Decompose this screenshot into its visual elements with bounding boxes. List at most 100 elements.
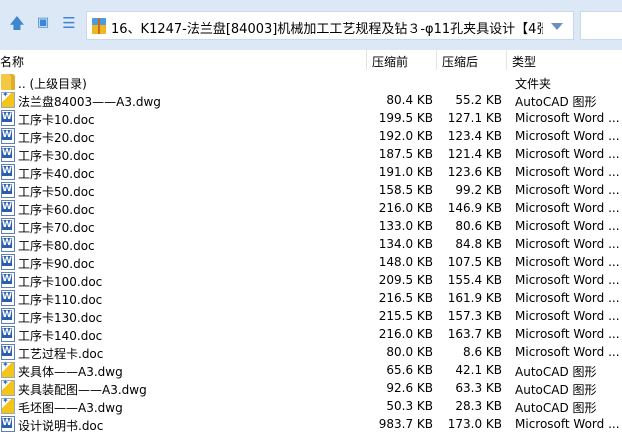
dropdown-arrow-icon[interactable] — [551, 23, 563, 30]
size-after: 161.9 KB — [447, 291, 502, 305]
word-document-icon — [1, 200, 15, 216]
file-row[interactable]: 毛坯图——A3.dwg 50.3 KB 28.3 KB AutoCAD 图形 — [0, 396, 622, 415]
file-name: 工序卡60.doc — [18, 203, 95, 217]
archive-icon — [92, 18, 106, 34]
column-divider[interactable] — [366, 50, 367, 70]
file-row[interactable]: 工序卡50.doc 158.5 KB 99.2 KB Microsoft Wor… — [0, 181, 622, 199]
file-row[interactable]: 工序卡100.doc 209.5 KB 155.4 KB Microsoft W… — [0, 271, 622, 289]
file-row[interactable]: 工序卡90.doc 148.0 KB 107.5 KB Microsoft Wo… — [0, 253, 622, 271]
column-divider[interactable] — [506, 50, 507, 70]
file-name: 工序卡70.doc — [18, 221, 95, 235]
size-before: 199.5 KB — [378, 111, 433, 125]
file-name: 工序卡50.doc — [18, 185, 95, 199]
up-arrow-icon[interactable]: 🡅 — [8, 14, 26, 32]
file-row[interactable]: 工序卡60.doc 216.0 KB 146.9 KB Microsoft Wo… — [0, 199, 622, 217]
size-after: 123.4 KB — [447, 129, 502, 143]
size-before: 215.5 KB — [378, 309, 433, 323]
column-header: 名称 压缩前 压缩后 类型 — [0, 50, 622, 70]
file-row[interactable]: 法兰盘84003——A3.dwg 80.4 KB 55.2 KB AutoCAD… — [0, 90, 622, 109]
file-type: Microsoft Word ... — [515, 273, 620, 287]
size-after: 99.2 KB — [455, 183, 502, 197]
file-row[interactable]: 工序卡110.doc 216.5 KB 161.9 KB Microsoft W… — [0, 289, 622, 307]
file-type: Microsoft Word ... — [515, 165, 620, 179]
file-type: Microsoft Word ... — [515, 201, 620, 215]
word-document-icon — [1, 290, 15, 306]
archive-path: 16、K1247-法兰盘[84003]机械加工工艺规程及钻３-φ11孔夹具设计【… — [111, 22, 543, 37]
file-row[interactable]: 夹具体——A3.dwg 65.6 KB 42.1 KB AutoCAD 图形 — [0, 360, 622, 379]
file-row[interactable]: 工序卡70.doc 133.0 KB 80.6 KB Microsoft Wor… — [0, 217, 622, 235]
file-type: Microsoft Word ... — [515, 327, 620, 341]
column-type[interactable]: 类型 — [512, 53, 536, 70]
file-type: Microsoft Word ... — [515, 291, 620, 305]
file-name: 工序卡10.doc — [18, 113, 95, 127]
word-document-icon — [1, 272, 15, 288]
file-type: AutoCAD 图形 — [515, 365, 597, 379]
file-name: 工序卡130.doc — [18, 311, 103, 325]
size-before: 133.0 KB — [378, 219, 433, 233]
file-row[interactable]: 夹具装配图——A3.dwg 92.6 KB 63.3 KB AutoCAD 图形 — [0, 378, 622, 397]
size-before: 216.0 KB — [378, 327, 433, 341]
file-type: AutoCAD 图形 — [515, 401, 597, 415]
size-after: 173.0 KB — [447, 417, 502, 431]
size-before: 65.6 KB — [386, 363, 433, 377]
column-name[interactable]: 名称 — [0, 53, 24, 70]
address-bar[interactable]: 16、K1247-法兰盘[84003]机械加工工艺规程及钻３-φ11孔夹具设计【… — [86, 11, 574, 40]
file-row[interactable]: 工序卡130.doc 215.5 KB 157.3 KB Microsoft W… — [0, 307, 622, 325]
file-name: 夹具体——A3.dwg — [18, 365, 123, 379]
file-name: .. (上级目录) — [18, 77, 87, 91]
file-name: 工序卡80.doc — [18, 239, 95, 253]
file-type: 文件夹 — [515, 77, 552, 91]
size-before: 192.0 KB — [378, 129, 433, 143]
file-row[interactable]: 工序卡10.doc 199.5 KB 127.1 KB Microsoft Wo… — [0, 109, 622, 127]
file-list: .. (上级目录) 文件夹 法兰盘84003——A3.dwg 80.4 KB 5… — [0, 73, 622, 433]
file-row[interactable]: 设计说明书.doc 983.7 KB 173.0 KB Microsoft Wo… — [0, 415, 622, 433]
word-document-icon — [1, 164, 15, 180]
word-document-icon — [1, 236, 15, 252]
size-after: 28.3 KB — [455, 399, 502, 413]
size-after: 157.3 KB — [447, 309, 502, 323]
file-row[interactable]: 工序卡20.doc 192.0 KB 123.4 KB Microsoft Wo… — [0, 127, 622, 145]
autocad-file-icon — [1, 360, 15, 378]
file-type: Microsoft Word ... — [515, 345, 620, 359]
file-name: 工序卡140.doc — [18, 329, 103, 343]
column-before[interactable]: 压缩前 — [372, 53, 408, 70]
word-document-icon — [1, 326, 15, 342]
file-row[interactable]: 工序卡30.doc 187.5 KB 121.4 KB Microsoft Wo… — [0, 145, 622, 163]
word-document-icon — [1, 416, 15, 432]
column-after[interactable]: 压缩后 — [442, 53, 478, 70]
file-row[interactable]: 工序卡140.doc 216.0 KB 163.7 KB Microsoft W… — [0, 325, 622, 343]
file-name: 工艺过程卡.doc — [18, 347, 104, 361]
size-after: 146.9 KB — [447, 201, 502, 215]
word-document-icon — [1, 308, 15, 324]
size-before: 80.0 KB — [386, 345, 433, 359]
file-name: 工序卡30.doc — [18, 149, 95, 163]
file-type: AutoCAD 图形 — [515, 383, 597, 397]
file-name: 工序卡90.doc — [18, 257, 95, 271]
search-input[interactable] — [580, 11, 622, 40]
view-icon[interactable]: ▣ — [34, 14, 52, 32]
file-row[interactable]: 工艺过程卡.doc 80.0 KB 8.6 KB Microsoft Word … — [0, 343, 622, 361]
size-before: 216.0 KB — [378, 201, 433, 215]
size-after: 163.7 KB — [447, 327, 502, 341]
size-after: 121.4 KB — [447, 147, 502, 161]
file-type: Microsoft Word ... — [515, 219, 620, 233]
word-document-icon — [1, 128, 15, 144]
size-before: 50.3 KB — [386, 399, 433, 413]
file-row[interactable]: 工序卡40.doc 191.0 KB 123.6 KB Microsoft Wo… — [0, 163, 622, 181]
size-after: 8.6 KB — [463, 345, 502, 359]
size-after: 155.4 KB — [447, 273, 502, 287]
file-name: 毛坯图——A3.dwg — [18, 401, 123, 415]
file-name: 工序卡100.doc — [18, 275, 103, 289]
file-row[interactable]: .. (上级目录) 文件夹 — [0, 73, 622, 91]
autocad-file-icon — [1, 396, 15, 414]
file-row[interactable]: 工序卡80.doc 134.0 KB 84.8 KB Microsoft Wor… — [0, 235, 622, 253]
size-before: 158.5 KB — [378, 183, 433, 197]
column-divider[interactable] — [436, 50, 437, 70]
word-document-icon — [1, 218, 15, 234]
file-type: Microsoft Word ... — [515, 237, 620, 251]
autocad-file-icon — [1, 90, 15, 108]
size-after: 63.3 KB — [455, 381, 502, 395]
file-type: Microsoft Word ... — [515, 417, 620, 431]
size-before: 134.0 KB — [378, 237, 433, 251]
list-view-icon[interactable]: ☰ — [60, 14, 78, 32]
